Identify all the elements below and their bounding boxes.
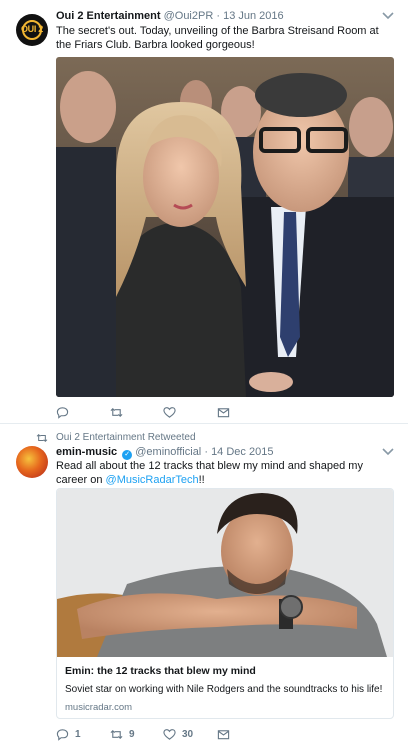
like-button[interactable]: 30 [163, 727, 193, 741]
separator: · [204, 446, 208, 458]
card-title[interactable]: Emin: the 12 tracks that blew my mind [65, 665, 256, 677]
retweet-icon [36, 433, 48, 442]
avatar-oui2[interactable]: OUI 2 [16, 14, 48, 46]
tweet-header: Oui 2 Entertainment @Oui2PR · 13 Jun 201… [56, 10, 284, 22]
envelope-icon [217, 407, 230, 417]
like-button[interactable] [163, 405, 182, 419]
retweeted-context: Oui 2 Entertainment Retweeted [36, 432, 196, 443]
tweet-photo[interactable] [56, 57, 394, 397]
author-handle[interactable]: @Oui2PR [164, 10, 214, 22]
avatar-emin[interactable] [16, 446, 48, 478]
retweet-icon [110, 407, 123, 417]
card-photo [57, 489, 393, 657]
link-card[interactable]: Emin: the 12 tracks that blew my mind So… [56, 488, 394, 719]
reply-icon [56, 728, 69, 741]
tweet-text: The secret's out. Today, unveiling of th… [56, 25, 379, 51]
author-name[interactable]: Oui 2 Entertainment [56, 10, 161, 22]
reply-count: 1 [75, 728, 81, 740]
heart-icon [163, 728, 176, 740]
retweet-count: 9 [129, 728, 135, 740]
retweet-button[interactable] [110, 405, 129, 419]
reply-icon [56, 406, 69, 419]
author-name[interactable]: emin-music [56, 446, 117, 458]
chevron-down-icon[interactable] [382, 12, 394, 20]
card-domain[interactable]: musicradar.com [65, 702, 132, 713]
tweet-1[interactable]: OUI 2 Oui 2 Entertainment @Oui2PR · 13 J… [0, 0, 408, 424]
separator: · [216, 10, 221, 22]
tweet-text-tail: !! [198, 474, 205, 486]
tweet-actions: 1 9 30 [56, 727, 394, 741]
envelope-icon [217, 729, 230, 739]
retweet-icon [110, 729, 123, 739]
reply-button[interactable]: 1 [56, 727, 81, 741]
heart-icon [163, 406, 176, 418]
tweet-date[interactable]: 13 Jun 2016 [223, 10, 284, 22]
message-button[interactable] [217, 405, 230, 419]
message-button[interactable] [217, 727, 230, 741]
retweeted-label[interactable]: Oui 2 Entertainment Retweeted [56, 432, 196, 443]
chevron-down-icon[interactable] [382, 448, 394, 456]
tweet-header: emin-music ✓ @eminofficial · 14 Dec 2015 [56, 446, 273, 460]
tweet-date[interactable]: 14 Dec 2015 [211, 446, 273, 458]
tweet-text-body: Read all about the 12 tracks that blew m… [56, 460, 363, 486]
like-count: 30 [182, 728, 194, 740]
card-description: Soviet star on working with Nile Rodgers… [65, 684, 383, 695]
avatar-logo-text: OUI 2 [20, 24, 43, 34]
reply-button[interactable] [56, 405, 75, 419]
tweet-text: Read all about the 12 tracks that blew m… [56, 459, 394, 487]
mention-link[interactable]: @MusicRadarTech [106, 474, 199, 486]
tweet-actions [56, 405, 394, 419]
retweet-button[interactable]: 9 [110, 727, 135, 741]
tweet-2[interactable]: Oui 2 Entertainment Retweeted emin-music… [0, 424, 408, 753]
author-handle[interactable]: @eminofficial [135, 446, 201, 458]
